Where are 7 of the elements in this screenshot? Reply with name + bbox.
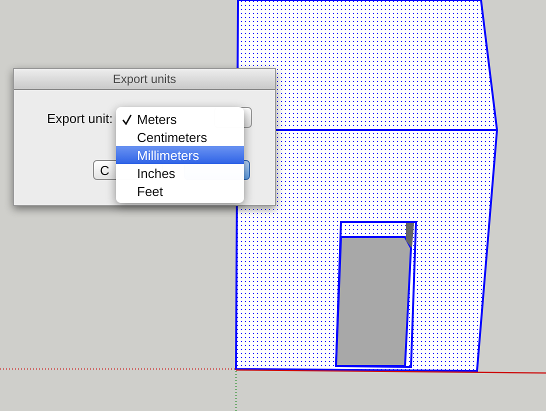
menu-item[interactable]: Millimeters: [116, 146, 244, 164]
dialog-title: Export units: [112, 72, 176, 86]
menu-item[interactable]: Inches: [116, 164, 244, 182]
menu-item[interactable]: Feet: [116, 182, 244, 200]
menu-item[interactable]: Centimeters: [116, 128, 244, 146]
field-label: Export unit:: [47, 111, 113, 126]
menu-item[interactable]: Meters: [116, 110, 244, 128]
